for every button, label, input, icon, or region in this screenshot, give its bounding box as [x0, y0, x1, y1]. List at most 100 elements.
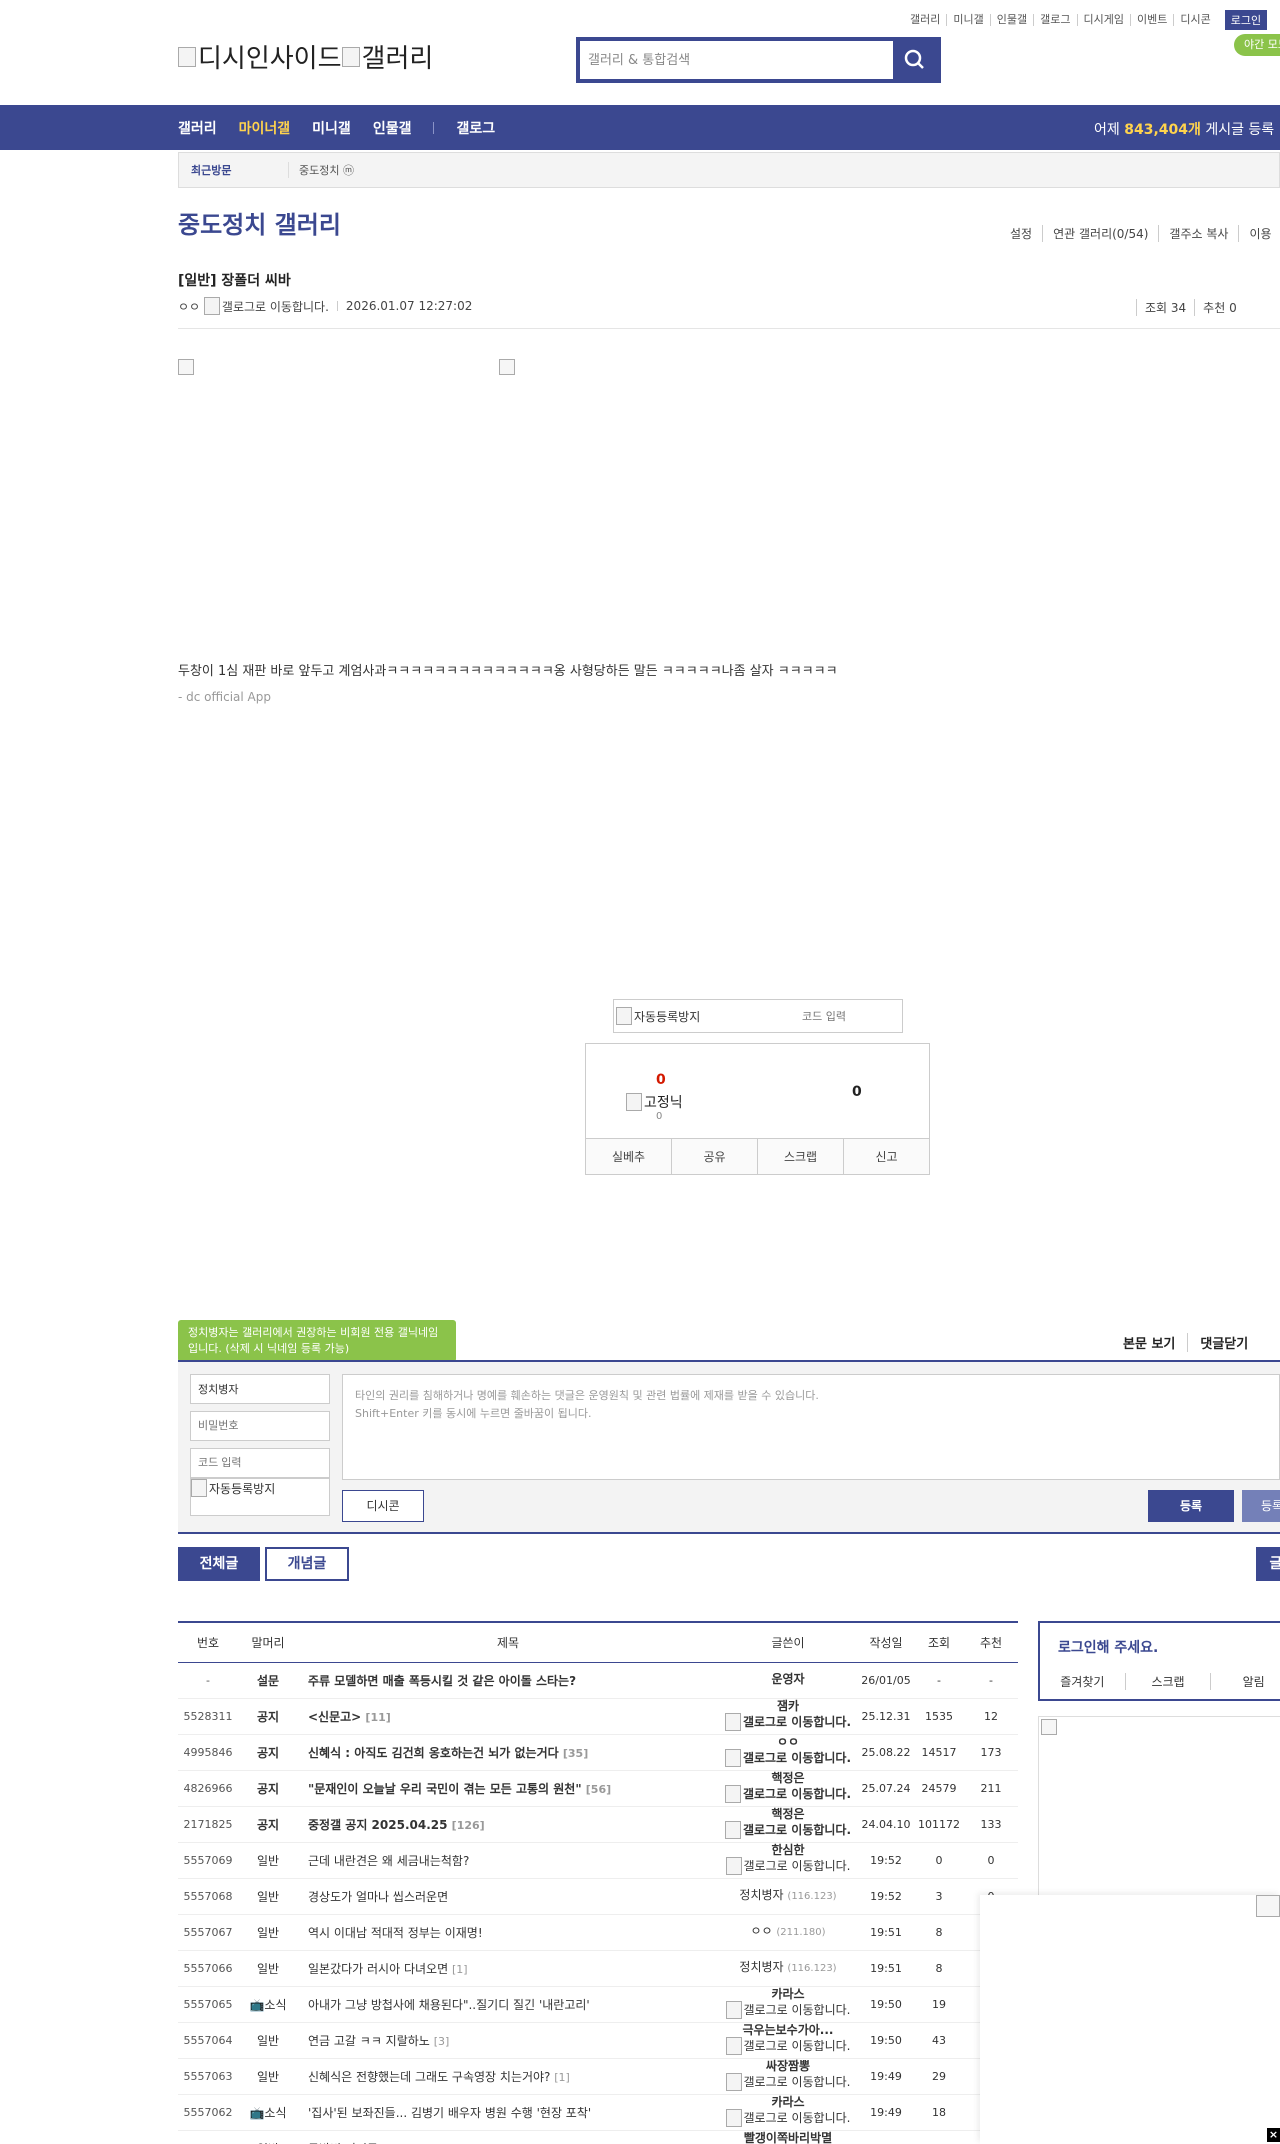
recommend-down-count[interactable]: 0 [852, 1084, 862, 1100]
row-title[interactable]: 근데 내란견은 왜 세금내는척함? [308, 1854, 469, 1868]
row-title-cell[interactable]: '집사'된 보좌진들... 김병기 배우자 병원 수행 '현장 포착' [298, 2094, 718, 2131]
side-banner[interactable] [1038, 1716, 1280, 1896]
comment-textarea[interactable]: 타인의 권리를 침해하거나 명예를 훼손하는 댓글은 운영원칙 및 관련 법률에… [342, 1374, 1280, 1480]
writer-nick[interactable]: ㅇㅇ [750, 1924, 772, 1938]
gallog-icon[interactable]: 갤로그로 이동합니다. [726, 2001, 851, 2019]
gallery-settings-link[interactable]: 설정 [1000, 225, 1042, 242]
row-reply-count[interactable]: [11] [365, 1711, 390, 1724]
table-row[interactable]: 5557068 일반 경상도가 얼마나 씹스러운면 정치병자 (116.123) 19… [178, 1878, 1018, 1915]
search-input[interactable] [580, 41, 893, 79]
row-reply-count[interactable]: [56] [586, 1783, 611, 1796]
table-row[interactable]: 4995846 공지 신혜식 : 아직도 김건희 옹호하는건 뇌가 없는거다 [35… [178, 1734, 1018, 1771]
row-title[interactable]: <신문고> [308, 1710, 361, 1724]
row-title[interactable]: 중정갤 공지 2025.04.25 [308, 1818, 447, 1832]
table-row[interactable]: 5557065 📺소식 아내가 그냥 방첩사에 채용된다"..질기디 질긴 '내란고… [178, 1986, 1018, 2023]
copy-gallery-address-link[interactable]: 갤주소 복사 [1158, 225, 1238, 242]
table-row[interactable]: 5528311 공지 <신문고> [11] 잼카 갤로그로 이동합니다. 25.12.31… [178, 1698, 1018, 1735]
comment-register-recommend-button[interactable]: 등록 [1242, 1490, 1280, 1522]
row-title-cell[interactable]: 경상도가 얼마나 씹스러운면 [298, 1878, 718, 1915]
recommend-up-count[interactable]: 0 [656, 1072, 666, 1088]
gallog-icon[interactable]: 갤로그로 이동합니다. [725, 1749, 851, 1767]
gallog-icon[interactable]: 갤로그로 이동합니다. [726, 2109, 851, 2127]
top-nav-minigall[interactable]: 미니갤 [947, 14, 991, 26]
gallog-icon[interactable]: 갤로그로 이동합니다. [725, 1785, 851, 1803]
tab-concept-posts[interactable]: 개념글 [265, 1547, 349, 1581]
gallog-icon[interactable]: 갤로그로 이동합니다. [726, 2073, 851, 2091]
logo-gallery[interactable]: 갤러리 [342, 38, 434, 75]
row-title[interactable]: 역시 이대남 적대적 정부는 이재명! [308, 1926, 483, 1940]
gnb-mini-gallery[interactable]: 미니갤 [312, 118, 351, 138]
floating-ad[interactable] [980, 1895, 1280, 2144]
gallery-usage-link[interactable]: 이용 [1238, 225, 1280, 242]
writer-nick[interactable]: 정치병자 [739, 1960, 783, 1974]
writer-nick[interactable]: 정치병자 [739, 1888, 783, 1902]
row-reply-count[interactable]: [126] [452, 1819, 485, 1832]
table-row[interactable]: 4826966 공지 "문재인이 오늘날 우리 국민이 겪는 모든 고통의 원천" … [178, 1770, 1018, 1807]
comment-password-field[interactable] [190, 1411, 330, 1441]
side-login-title[interactable]: 로그인해 주세요. [1058, 1637, 1158, 1657]
table-row[interactable]: - 설문 주류 모델하면 매출 폭등시킬 것 같은 아이돌 스타는? 운영자 26/… [178, 1662, 1018, 1699]
table-row[interactable]: 5557067 일반 역시 이대남 적대적 정부는 이재명! ㅇㅇ (211.180… [178, 1914, 1018, 1951]
top-nav-dccon[interactable]: 디시콘 [1174, 14, 1216, 26]
gallog-icon[interactable]: 갤로그로 이동합니다. [725, 1713, 851, 1731]
gallog-icon[interactable]: 갤로그로 이동합니다. [726, 1857, 851, 1875]
row-title-cell[interactable]: 주류 모델하면 매출 폭등시킬 것 같은 아이돌 스타는? [298, 1662, 718, 1699]
writer-nick[interactable]: 핵정은 [718, 1807, 858, 1821]
gallery-title[interactable]: 중도정치 갤러리 [178, 205, 341, 240]
top-nav-persongall[interactable]: 인물갤 [991, 14, 1035, 26]
top-nav-gallog[interactable]: 갤로그 [1034, 14, 1078, 26]
comment-register-button[interactable]: 등록 [1148, 1490, 1234, 1522]
row-reply-count[interactable]: [1] [452, 1963, 468, 1976]
writer-nick[interactable]: ㅇㅇ [718, 1735, 858, 1749]
gnb-person-gallery[interactable]: 인물갤 [373, 118, 412, 138]
table-row[interactable]: 5557062 📺소식 '집사'된 보좌진들... 김병기 배우자 병원 수행 '현… [178, 2094, 1018, 2131]
writer-nick[interactable]: 한심한 [718, 1843, 858, 1857]
row-title-cell[interactable]: 역시 이대남 적대적 정부는 이재명! [298, 1914, 718, 1951]
row-title-cell[interactable]: 국방비 미지급 [298, 2130, 718, 2144]
top-nav-event[interactable]: 이벤트 [1131, 14, 1175, 26]
silbechu-button[interactable]: 실베추 [586, 1139, 671, 1174]
gnb-gallery[interactable]: 갤러리 [178, 118, 217, 138]
row-title-cell[interactable]: 신혜식은 전향했는데 그래도 구속영장 치는거야? [1] [298, 2058, 718, 2095]
row-title[interactable]: 연금 고갈 ㅋㅋ 지랄하노 [308, 2034, 430, 2048]
scrap-button[interactable]: 스크랩 [757, 1139, 843, 1174]
row-title-cell[interactable]: 중정갤 공지 2025.04.25 [126] [298, 1806, 718, 1843]
table-row[interactable]: 5557069 일반 근데 내란견은 왜 세금내는척함? 한심한 갤로그로 이동합니다… [178, 1842, 1018, 1879]
writer-nick[interactable]: 잼카 [718, 1699, 858, 1713]
favorites-link[interactable]: 즐겨찾기 [1040, 1673, 1125, 1690]
comment-nickname-field[interactable] [190, 1374, 330, 1404]
table-row[interactable]: 5557066 일반 일본갔다가 러시아 다녀오면 [1] 정치병자 (116.123… [178, 1950, 1018, 1987]
row-title-cell[interactable]: <신문고> [11] [298, 1698, 718, 1735]
row-title-cell[interactable]: 연금 고갈 ㅋㅋ 지랄하노 [3] [298, 2022, 718, 2059]
row-title-cell[interactable]: 아내가 그냥 방첩사에 채용된다"..질기디 질긴 '내란고리' [298, 1986, 718, 2023]
top-nav-dcgame[interactable]: 디시게임 [1078, 14, 1131, 26]
logo[interactable]: 디시인사이드 갤러리 [178, 38, 433, 75]
write-button[interactable]: 글 [1256, 1547, 1280, 1581]
related-gallery-link[interactable]: 연관 갤러리(0/54) [1042, 225, 1158, 242]
gallog-icon[interactable]: 갤로그로 이동합니다. [725, 1821, 851, 1839]
share-button[interactable]: 공유 [671, 1139, 757, 1174]
row-reply-count[interactable]: [3] [434, 2035, 450, 2048]
writer-nick[interactable]: 핵정은 [718, 1771, 858, 1785]
captcha-input[interactable] [764, 1009, 884, 1023]
top-nav-gallery[interactable]: 갤러리 [904, 14, 948, 26]
row-title[interactable]: 경상도가 얼마나 씹스러운면 [308, 1890, 448, 1904]
row-reply-count[interactable]: [1] [554, 2071, 570, 2084]
row-reply-count[interactable]: [35] [563, 1747, 588, 1760]
row-title-cell[interactable]: 일본갔다가 러시아 다녀오면 [1] [298, 1950, 718, 1987]
writer-nick[interactable]: 카라스 [718, 2095, 858, 2109]
writer-nick[interactable]: 싸장짬뽕 [718, 2059, 858, 2073]
login-button[interactable]: 로그인 [1224, 10, 1268, 30]
writer-nick[interactable]: 빨갱이쪽바리박멸 [718, 2131, 858, 2144]
view-body-link[interactable]: 본문 보기 [1123, 1333, 1187, 1352]
row-title[interactable]: '집사'된 보좌진들... 김병기 배우자 병원 수행 '현장 포착' [308, 2106, 591, 2120]
dccon-button[interactable]: 디시콘 [342, 1490, 424, 1522]
row-title-cell[interactable]: 근데 내란견은 왜 세금내는척함? [298, 1842, 718, 1879]
gallog-link-icon[interactable]: 갤로그로 이동합니다. [204, 297, 329, 315]
table-row[interactable]: 5557061일반국방비 미지급 빨갱이쪽바리박멸갤로그로 이동합니다.19:4… [178, 2130, 1018, 2144]
notification-link[interactable]: 알림 [1210, 1673, 1280, 1690]
row-title[interactable]: 주류 모델하면 매출 폭등시킬 것 같은 아이돌 스타는? [308, 1674, 576, 1688]
scrap-link[interactable]: 스크랩 [1124, 1673, 1211, 1690]
post-author[interactable]: ㅇㅇ [178, 298, 200, 315]
close-comments-link[interactable]: 댓글닫기 [1187, 1333, 1260, 1352]
